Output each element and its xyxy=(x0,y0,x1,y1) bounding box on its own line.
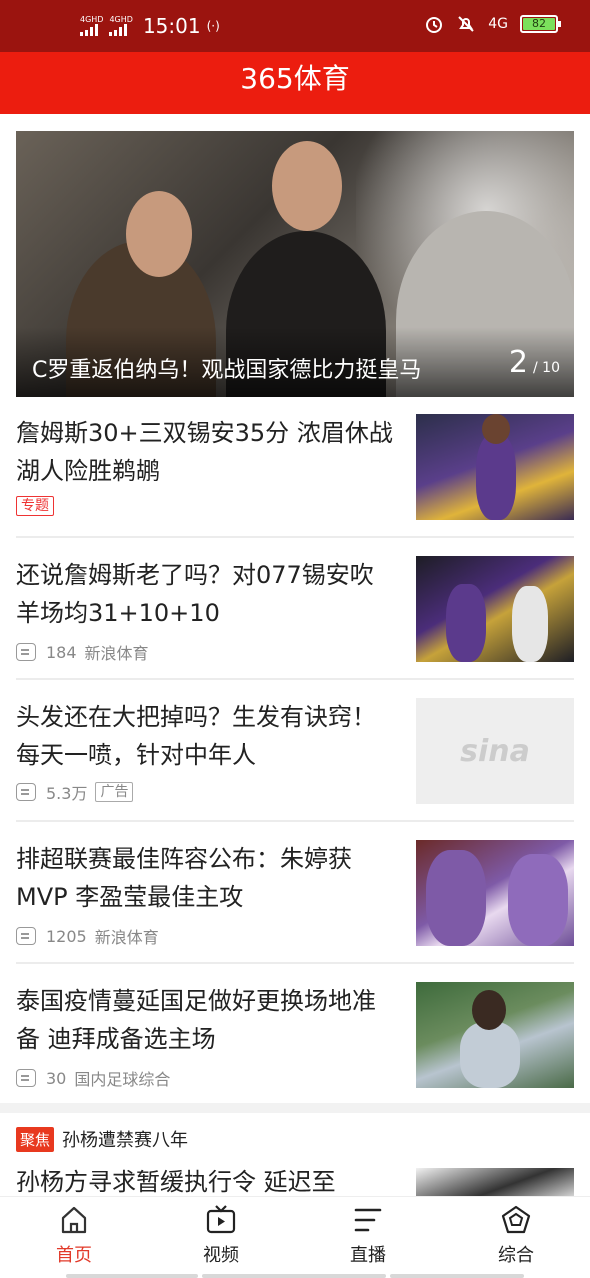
banner-page-total: / 10 xyxy=(533,360,560,376)
news-source: 国内足球综合 xyxy=(74,1070,171,1089)
tab-label: 视频 xyxy=(203,1245,239,1266)
comment-icon xyxy=(16,1069,36,1087)
signal-2: 4GHD xyxy=(109,15,133,36)
banner-face-left xyxy=(126,191,192,277)
banner-carousel[interactable]: C罗重返伯纳乌！观战国家德比力挺皇马 2 / 10 xyxy=(16,131,574,397)
news-meta: 30 国内足球综合 xyxy=(16,1066,170,1090)
nav-gesture-bar xyxy=(66,1274,198,1278)
news-title[interactable]: 泰国疫情蔓延国足做好更换场地准备 迪拜成备选主场 xyxy=(16,982,396,1058)
network-label-1: 4GHD xyxy=(80,15,104,24)
hotspot-icon: (·) xyxy=(206,19,220,33)
signal-1: 4GHD xyxy=(80,16,103,36)
topic-tag: 专题 xyxy=(16,496,54,516)
tab-label: 直播 xyxy=(350,1245,386,1266)
banner-pager: 2 / 10 xyxy=(509,345,560,380)
video-icon xyxy=(206,1205,236,1234)
comment-icon xyxy=(16,927,36,945)
network-label-3: 4G xyxy=(488,16,508,32)
news-title[interactable]: 头发还在大把掉吗？生发有诀窍！每天一喷，针对中年人 xyxy=(16,698,396,774)
news-meta: 1205 新浪体育 xyxy=(16,924,159,948)
alarm-icon xyxy=(426,17,443,33)
news-thumbnail[interactable] xyxy=(416,414,574,520)
signal-bars-icon xyxy=(80,24,98,36)
banner-page-current: 2 xyxy=(508,345,528,380)
app-title: 365体育 xyxy=(240,62,350,95)
tab-live[interactable]: 直播 xyxy=(318,1203,418,1267)
thumb-player xyxy=(512,586,548,662)
news-thumbnail[interactable]: sina xyxy=(416,698,574,804)
comment-count: 30 xyxy=(46,1068,67,1088)
banner-title[interactable]: C罗重返伯纳乌！观战国家德比力挺皇马 xyxy=(32,352,421,384)
pentagon-icon xyxy=(501,1205,531,1234)
live-icon xyxy=(354,1208,382,1232)
nav-gesture-bar xyxy=(202,1274,386,1278)
bottom-tab-bar: 首页 视频 直播 综合 xyxy=(0,1196,590,1278)
news-source: 新浪体育 xyxy=(94,928,159,947)
comment-icon xyxy=(16,783,36,801)
comment-count: 1205 xyxy=(46,926,87,946)
news-meta: 184 新浪体育 xyxy=(16,640,149,664)
thumb-player xyxy=(446,584,486,662)
thumb-player xyxy=(476,434,516,520)
news-title[interactable]: 詹姆斯30+三双锡安35分 浓眉休战湖人险胜鹈鹕 xyxy=(16,414,396,490)
battery-level: 82 xyxy=(523,18,555,30)
comment-count: 5.3万 xyxy=(46,784,88,803)
thumb-person xyxy=(472,990,506,1030)
focus-title[interactable]: 孙杨遭禁赛八年 xyxy=(62,1126,188,1152)
focus-badge: 聚焦 xyxy=(16,1126,55,1152)
comment-icon xyxy=(16,643,36,661)
news-title[interactable]: 还说詹姆斯老了吗？对077锡安吹羊场均31+10+10 xyxy=(16,556,396,632)
tab-home[interactable]: 首页 xyxy=(24,1203,124,1267)
news-title[interactable]: 排超联赛最佳阵容公布：朱婷获MVP 李盈莹最佳主攻 xyxy=(16,840,396,916)
news-item[interactable]: 詹姆斯30+三双锡安35分 浓眉休战湖人险胜鹈鹕 专题 xyxy=(16,414,574,538)
nav-gesture-bar xyxy=(390,1274,524,1278)
news-meta: 专题 xyxy=(16,496,54,516)
section-divider xyxy=(0,1103,590,1113)
news-item[interactable]: 排超联赛最佳阵容公布：朱婷获MVP 李盈莹最佳主攻 1205 新浪体育 xyxy=(16,840,574,964)
news-thumbnail[interactable] xyxy=(416,982,574,1088)
sina-logo: sina xyxy=(460,733,530,769)
tab-label: 综合 xyxy=(498,1245,534,1266)
comment-count: 184 xyxy=(46,642,77,662)
thumb-player xyxy=(482,414,510,444)
thumb-person xyxy=(460,1022,520,1088)
ad-tag: 广告 xyxy=(95,782,134,802)
tab-label: 首页 xyxy=(56,1245,92,1266)
home-icon xyxy=(61,1206,87,1234)
status-left: 4GHD 4GHD 15:01 (·) xyxy=(80,14,220,38)
app-header: 365体育 xyxy=(0,52,590,114)
thumb-player xyxy=(426,850,486,946)
mute-bell-icon xyxy=(458,16,474,32)
news-thumbnail[interactable] xyxy=(416,840,574,946)
news-source: 新浪体育 xyxy=(84,644,149,663)
tab-general[interactable]: 综合 xyxy=(466,1203,566,1267)
news-thumbnail[interactable] xyxy=(416,556,574,662)
status-right: 4G 82 xyxy=(424,14,561,34)
news-meta: 5.3万 广告 xyxy=(16,780,134,804)
thumb-player xyxy=(508,854,568,946)
tab-video[interactable]: 视频 xyxy=(171,1203,271,1267)
banner-face-center xyxy=(272,141,342,231)
signal-bars-icon xyxy=(109,24,128,36)
clock: 15:01 xyxy=(142,14,201,38)
news-item-ad[interactable]: 头发还在大把掉吗？生发有诀窍！每天一喷，针对中年人 5.3万 广告 sina xyxy=(16,698,574,822)
news-item[interactable]: 泰国疫情蔓延国足做好更换场地准备 迪拜成备选主场 30 国内足球综合 xyxy=(16,982,574,1103)
status-bar: 4GHD 4GHD 15:01 (·) 4G 82 xyxy=(0,0,590,52)
battery-icon: 82 xyxy=(520,15,561,33)
focus-header[interactable]: 聚焦 孙杨遭禁赛八年 xyxy=(16,1126,188,1152)
news-item[interactable]: 还说詹姆斯老了吗？对077锡安吹羊场均31+10+10 184 新浪体育 xyxy=(16,556,574,680)
network-label-2: 4GHD xyxy=(109,15,133,24)
